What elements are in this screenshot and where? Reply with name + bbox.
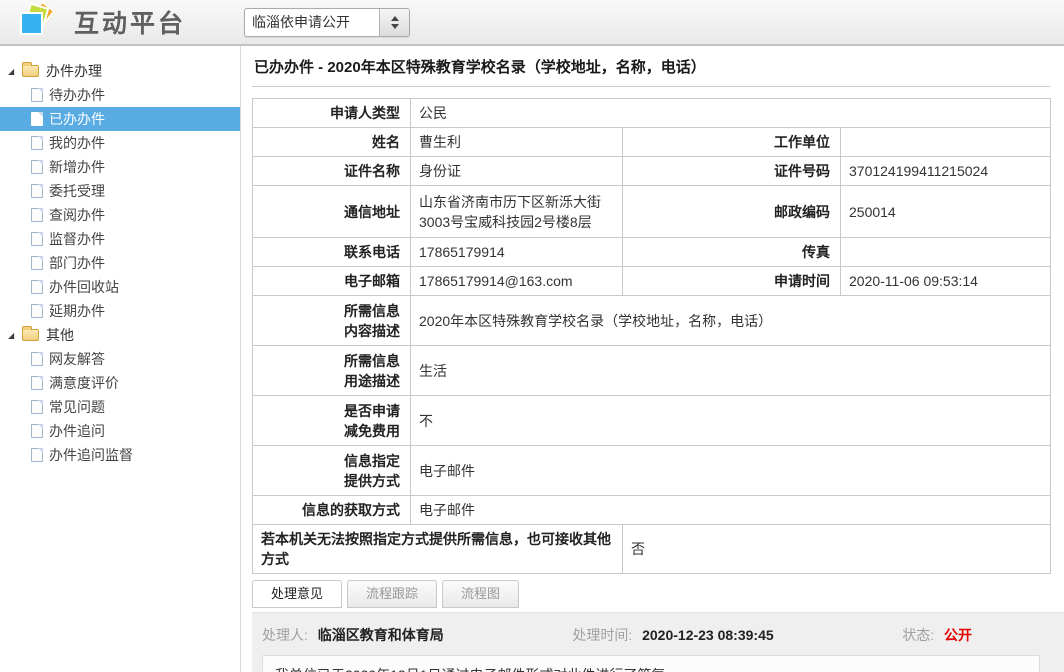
sidebar-item-wangyou[interactable]: 网友解答 [0,347,240,371]
logo-square-blue [20,12,43,35]
document-icon [31,424,43,438]
handler-label: 处理人: [262,627,308,643]
document-icon [31,280,43,294]
reply-text: 我单位已于2020年12月1日通过电子邮件形式对此件进行了答复。 [262,655,1040,672]
table-row: 所需信息 用途描述 生活 [253,346,1051,396]
app-logo-icon [16,2,62,42]
sidebar-group-banjian[interactable]: ◢ 办件办理 [0,59,240,83]
handler-field: 处理人: 临淄区教育和体育局 [262,625,444,645]
table-row: 信息的获取方式 电子邮件 [253,496,1051,525]
tab-process-tracking[interactable]: 流程跟踪 [347,580,437,608]
table-row: 电子邮箱 17865179914@163.com 申请时间 2020-11-06… [253,267,1051,296]
document-icon [31,88,43,102]
interactive-platform-page: 互动平台 临淄依申请公开 ◢ 办件办理 待办办件 已办办件 我的办件 [0,0,1064,672]
document-icon [31,184,43,198]
table-row: 若本机关无法按照指定方式提供所需信息，也可接收其他方式 否 [253,525,1051,574]
tab-flowchart[interactable]: 流程图 [442,580,519,608]
time-field: 处理时间: 2020-12-23 08:39:45 [572,625,773,645]
document-icon [31,160,43,174]
spinner-icon[interactable] [379,9,409,36]
sidebar-item-yanqi[interactable]: 延期办件 [0,299,240,323]
group-label: 办件办理 [46,61,102,81]
document-icon [31,256,43,270]
table-row: 申请人类型 公民 [253,99,1051,128]
table-row: 所需信息 内容描述 2020年本区特殊教育学校名录（学校地址，名称，电话） [253,296,1051,346]
table-row: 姓名 曹生利 工作单位 [253,128,1051,157]
table-row: 证件名称 身份证 证件号码 370124199411215024 [253,157,1051,186]
folder-icon [22,329,39,341]
sidebar-item-zhuiwen-jiandu[interactable]: 办件追问监督 [0,443,240,467]
document-icon [31,448,43,462]
result-tabbar: 处理意见 流程跟踪 流程图 [252,580,1050,608]
expander-icon[interactable]: ◢ [8,67,22,76]
handler-value: 临淄区教育和体育局 [318,627,444,643]
document-icon [31,136,43,150]
table-row: 是否申请 减免费用 不 [253,396,1051,446]
table-row: 信息指定 提供方式 电子邮件 [253,446,1051,496]
sidebar-item-changjian[interactable]: 常见问题 [0,395,240,419]
tab-processing-opinion[interactable]: 处理意见 [252,580,342,608]
page-title: 已办办件 - 2020年本区特殊教育学校名录（学校地址，名称，电话） [252,46,1050,87]
status-field: 状态: 公开 [902,625,972,645]
sidebar-tree: ◢ 办件办理 待办办件 已办办件 我的办件 新增办件 委 [0,46,241,672]
app-title: 互动平台 [74,4,186,40]
document-icon [31,208,43,222]
sidebar-item-daiban[interactable]: 待办办件 [0,83,240,107]
expander-icon[interactable]: ◢ [8,331,22,340]
document-icon [31,376,43,390]
main-content: 已办办件 - 2020年本区特殊教育学校名录（学校地址，名称，电话） 申请人类型… [241,46,1064,672]
app-header: 互动平台 临淄依申请公开 [0,0,1064,46]
document-icon [31,352,43,366]
document-icon [31,304,43,318]
table-row: 联系电话 17865179914 传真 [253,238,1051,267]
processing-panel: 处理人: 临淄区教育和体育局 处理时间: 2020-12-23 08:39:45… [252,612,1064,672]
table-row: 通信地址 山东省济南市历下区新泺大街3003号宝威科技园2号楼8层 邮政编码 2… [253,186,1051,238]
time-label: 处理时间: [572,627,632,643]
sidebar-group-qita[interactable]: ◢ 其他 [0,323,240,347]
sidebar-item-manyidu[interactable]: 满意度评价 [0,371,240,395]
processing-meta-row: 处理人: 临淄区教育和体育局 处理时间: 2020-12-23 08:39:45… [262,623,1052,647]
sidebar-item-jiandu[interactable]: 监督办件 [0,227,240,251]
document-icon [31,232,43,246]
sidebar-item-weituo[interactable]: 委托受理 [0,179,240,203]
sidebar-item-bumen[interactable]: 部门办件 [0,251,240,275]
channel-select[interactable]: 临淄依申请公开 [244,8,410,37]
sidebar-item-xinzeng[interactable]: 新增办件 [0,155,240,179]
channel-select-value: 临淄依申请公开 [245,9,379,36]
document-icon [31,112,43,126]
sidebar-item-chayue[interactable]: 查阅办件 [0,203,240,227]
document-icon [31,400,43,414]
sidebar-item-huishouzhan[interactable]: 办件回收站 [0,275,240,299]
status-label: 状态: [902,627,934,643]
sidebar-item-zhuiwen[interactable]: 办件追问 [0,419,240,443]
application-detail-table: 申请人类型 公民 姓名 曹生利 工作单位 证件名称 身份证 证件号码 37012… [252,98,1051,574]
folder-icon [22,65,39,77]
group-label: 其他 [46,325,74,345]
status-badge: 公开 [944,627,972,643]
sidebar-item-wode[interactable]: 我的办件 [0,131,240,155]
time-value: 2020-12-23 08:39:45 [642,627,774,643]
sidebar-item-yiban[interactable]: 已办办件 [0,107,240,131]
